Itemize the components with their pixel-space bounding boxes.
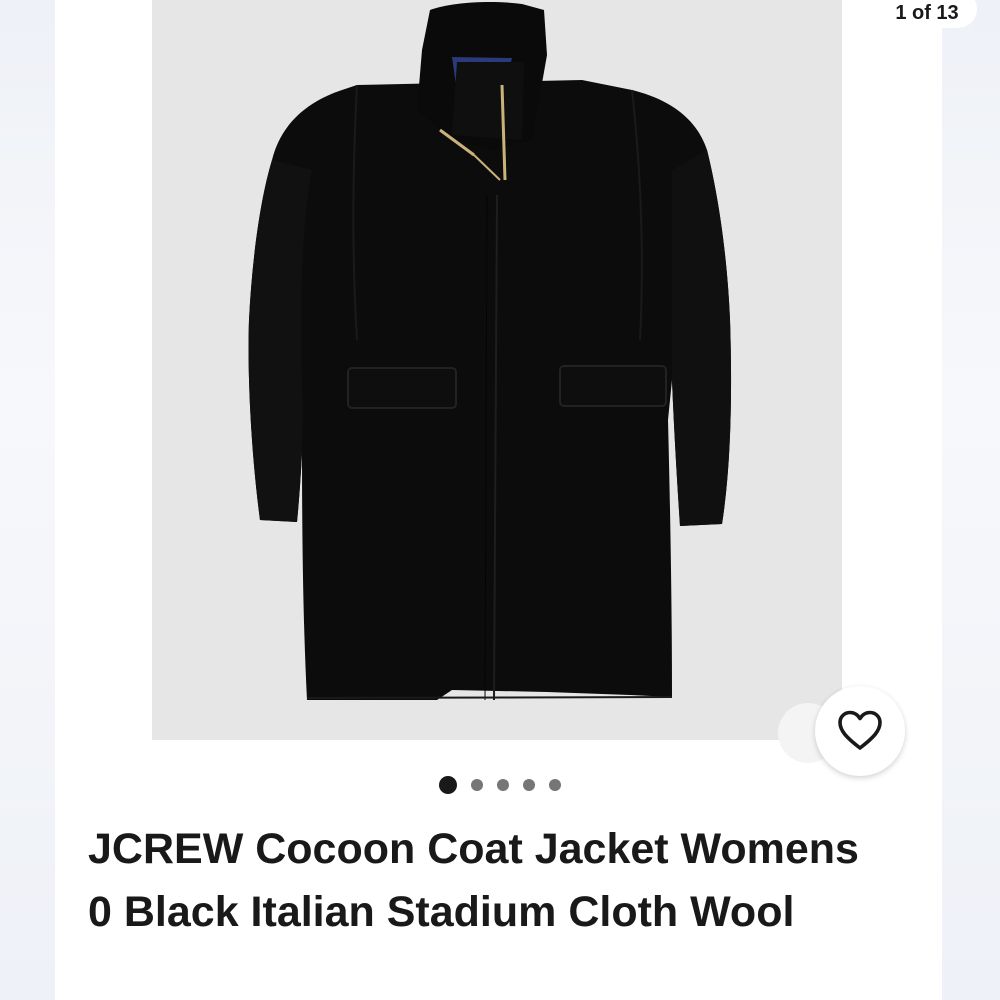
right-gutter xyxy=(942,0,1000,1000)
gallery-pagination[interactable] xyxy=(0,775,1000,795)
heart-outline-icon xyxy=(838,710,882,750)
image-gallery[interactable]: 1 of 13 xyxy=(55,0,977,740)
pagination-dot[interactable] xyxy=(497,779,509,791)
pagination-dot[interactable] xyxy=(523,779,535,791)
listing-screen: 1 of 13 JCREW Cocoon Coat Jacket Womens … xyxy=(0,0,1000,1000)
image-counter: 1 of 13 xyxy=(877,0,977,28)
pagination-dot[interactable] xyxy=(471,779,483,791)
favorite-button[interactable] xyxy=(815,686,905,776)
listing-title: JCREW Cocoon Coat Jacket Womens 0 Black … xyxy=(88,825,859,936)
coat-image xyxy=(248,2,732,701)
pagination-dot[interactable] xyxy=(549,779,561,791)
left-gutter xyxy=(0,0,55,1000)
pagination-dot-active[interactable] xyxy=(439,776,457,794)
product-photo[interactable] xyxy=(152,0,842,740)
